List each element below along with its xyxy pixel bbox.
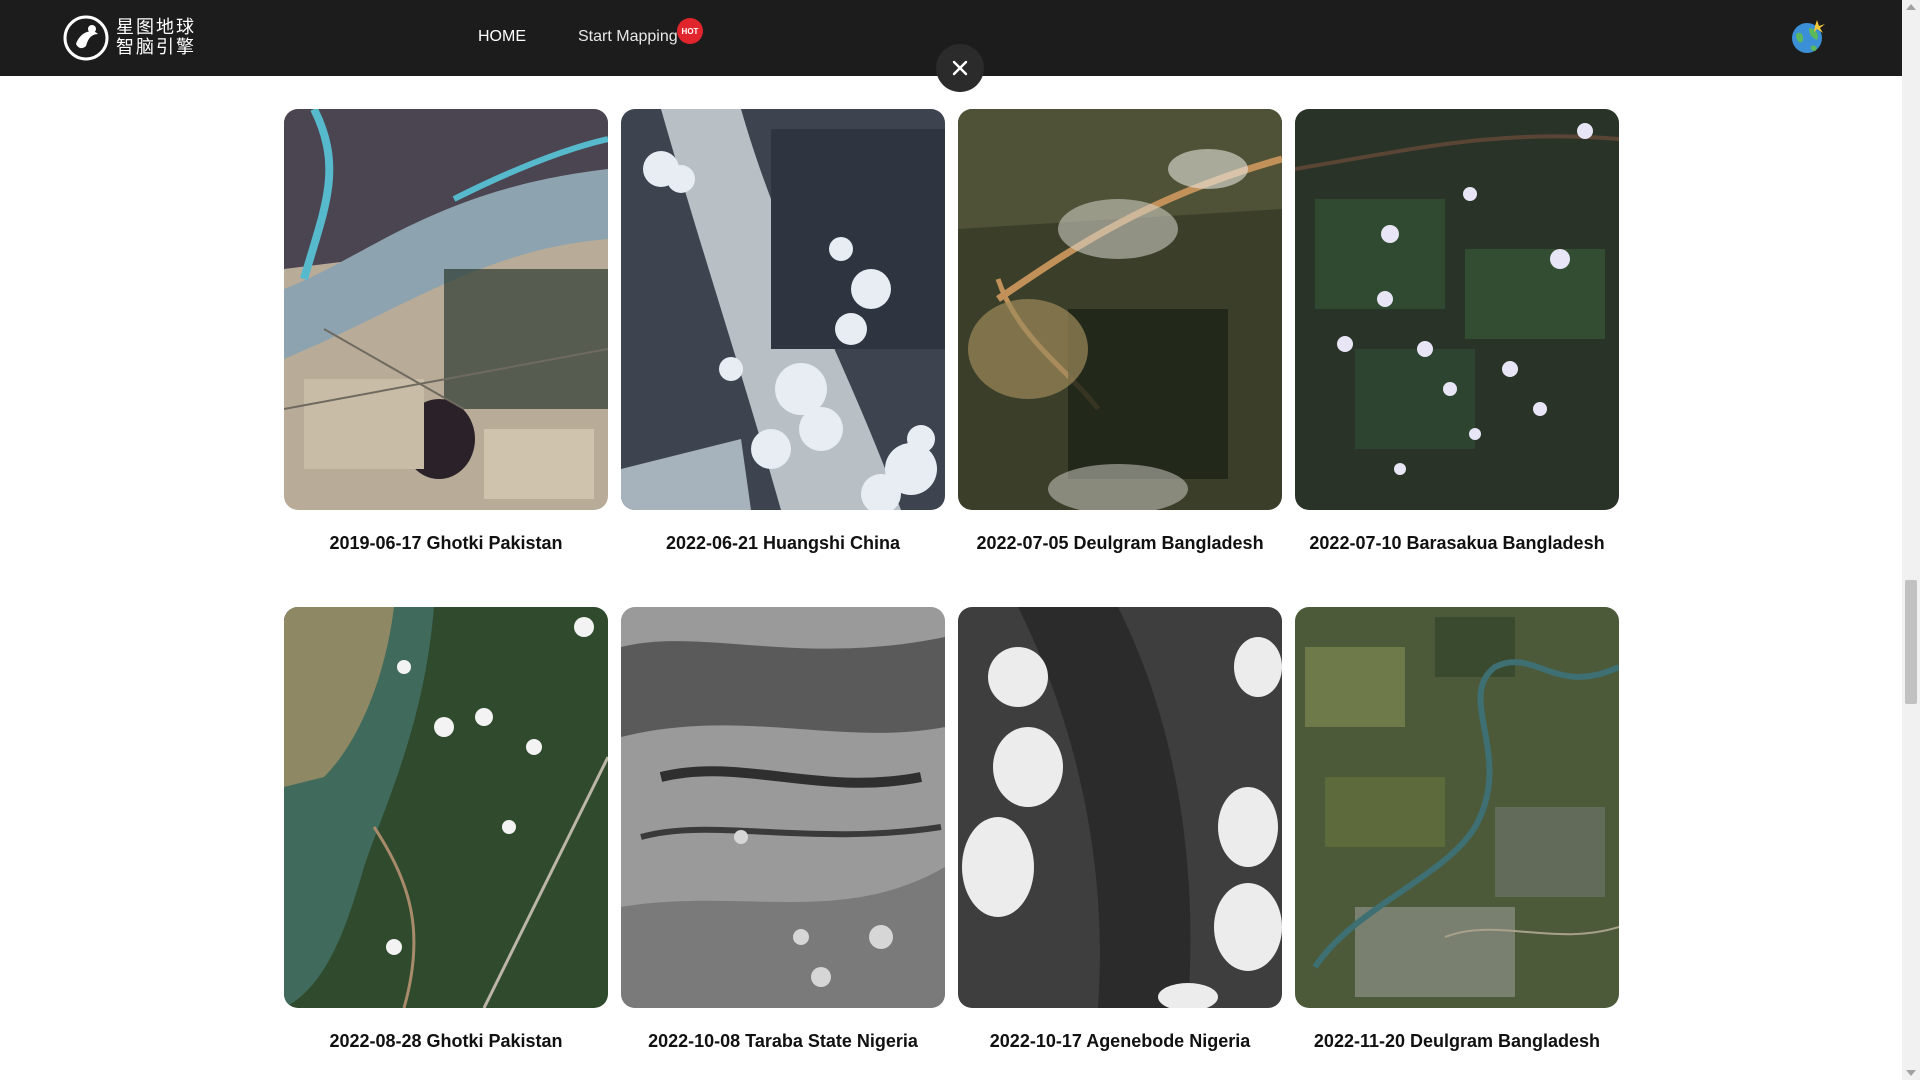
gallery-card[interactable]: 2019-06-17 Ghotki Pakistan (284, 109, 608, 554)
close-icon (952, 60, 968, 76)
satellite-image[interactable] (621, 109, 945, 510)
gallery-card[interactable]: 2022-07-05 Deulgram Bangladesh (958, 109, 1282, 554)
image-caption: 2022-10-17 Agenebode Nigeria (989, 1031, 1251, 1051)
logo[interactable]: 星图地球 智脑引擎 (62, 14, 196, 62)
nav-home-link[interactable]: HOME (478, 28, 526, 46)
satellite-image[interactable] (958, 109, 1282, 510)
satellite-image[interactable] (958, 607, 1282, 1008)
gallery-card[interactable]: 2022-11-20 Deulgram Bangladesh (1295, 607, 1619, 1052)
image-caption: 2022-08-28 Ghotki Pakistan (329, 1031, 563, 1051)
gallery-card[interactable]: 2022-08-28 Ghotki Pakistan (284, 607, 608, 1052)
satellite-image[interactable] (1295, 607, 1619, 1008)
logo-text: 星图地球 智脑引擎 (116, 18, 196, 58)
logo-line-2: 智脑引擎 (116, 37, 196, 58)
globe-avatar-icon[interactable] (1787, 16, 1827, 56)
image-caption: 2022-11-20 Deulgram Bangladesh (1313, 1031, 1601, 1051)
image-caption: 2022-07-10 Barasakua Bangladesh (1309, 533, 1605, 553)
nav-start-mapping-link[interactable]: Start Mapping (578, 28, 678, 46)
gallery-card[interactable]: 2022-10-17 Agenebode Nigeria (958, 607, 1282, 1052)
image-caption: 2019-06-17 Ghotki Pakistan (329, 533, 563, 553)
gallery-card[interactable]: 2022-06-21 Huangshi China (621, 109, 945, 554)
image-caption: 2022-07-05 Deulgram Bangladesh (976, 533, 1264, 553)
satellite-image[interactable] (284, 607, 608, 1008)
hot-badge: HOT (677, 18, 703, 44)
gallery-card[interactable]: 2022-10-08 Taraba State Nigeria (621, 607, 945, 1052)
close-button[interactable] (936, 44, 984, 92)
image-caption: 2022-06-21 Huangshi China (665, 533, 901, 553)
logo-line-1: 星图地球 (116, 17, 196, 38)
vertical-scrollbar[interactable] (1902, 0, 1920, 1080)
gallery-card[interactable]: 2022-07-10 Barasakua Bangladesh (1295, 109, 1619, 554)
satellite-image[interactable] (284, 109, 608, 510)
scroll-up-arrow-icon[interactable] (1906, 4, 1916, 10)
scrollbar-thumb[interactable] (1905, 580, 1917, 704)
image-caption: 2022-10-08 Taraba State Nigeria (648, 1031, 918, 1051)
logo-icon (63, 15, 109, 61)
satellite-image[interactable] (621, 607, 945, 1008)
scroll-down-arrow-icon[interactable] (1906, 1070, 1916, 1076)
satellite-image[interactable] (1295, 109, 1619, 510)
